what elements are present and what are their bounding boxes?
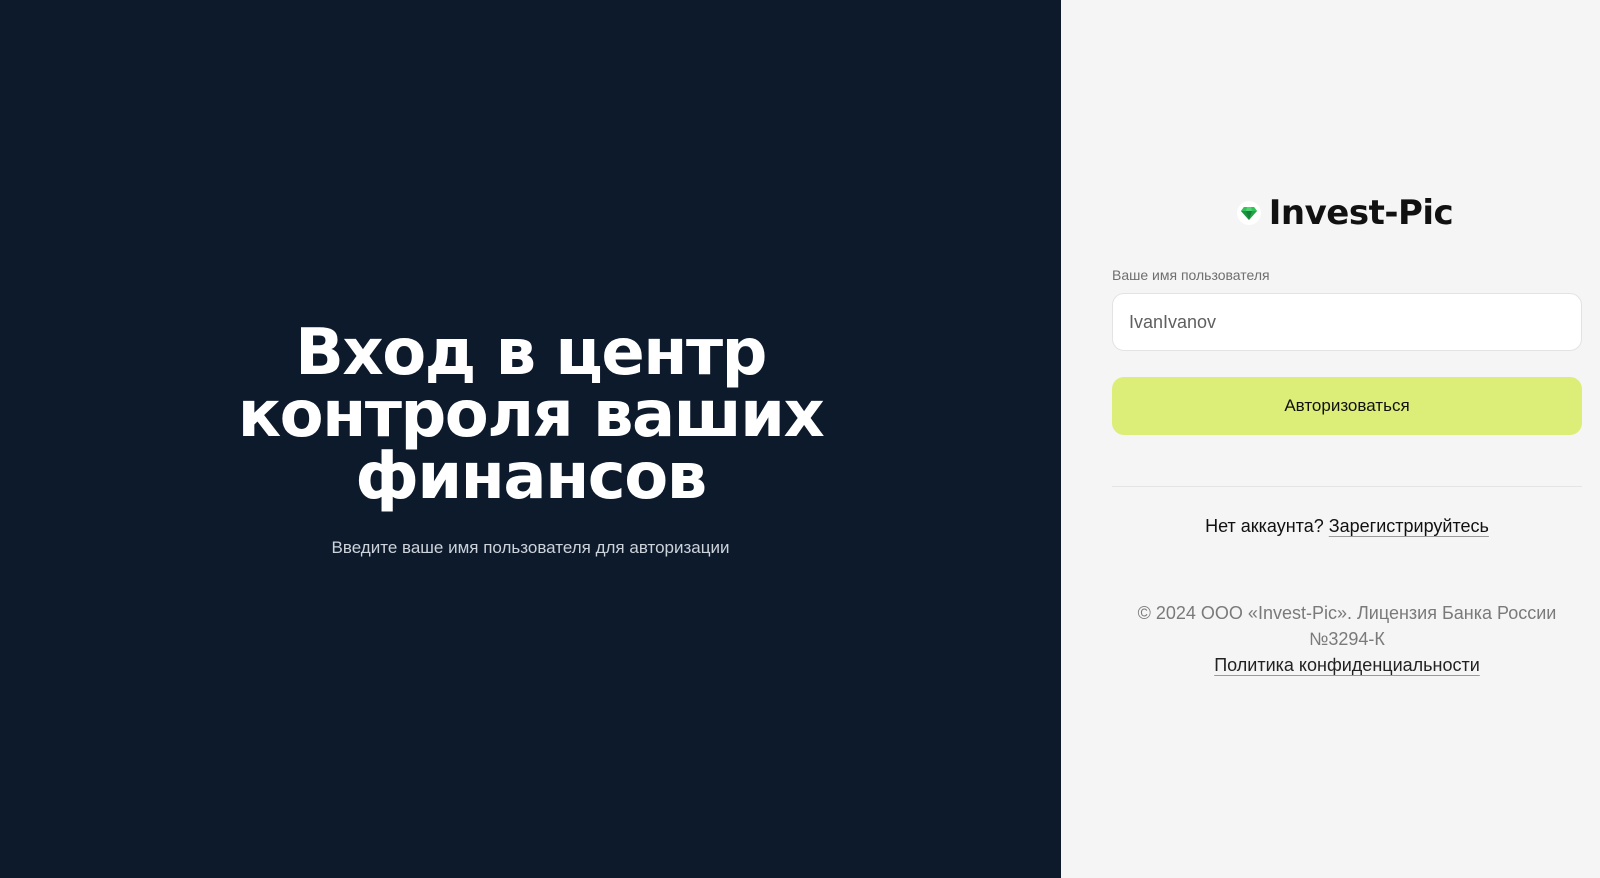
hero-title: Вход в центр контроля ваших финансов bbox=[0, 316, 1061, 514]
hero-title-line-1: Вход в центр bbox=[295, 316, 767, 390]
hero-subtitle: Введите ваше имя пользователя для автори… bbox=[331, 538, 730, 557]
brand-name: Invest-Pic bbox=[1268, 193, 1454, 233]
footer: © 2024 ООО «Invest-Pic». Лицензия Банка … bbox=[1112, 600, 1582, 678]
login-form: Invest-Pic Ваше имя пользователя IvanIva… bbox=[1112, 190, 1582, 678]
register-row: Нет аккаунта? Зарегистрируйтесь bbox=[1112, 516, 1582, 537]
login-panel: Invest-Pic Ваше имя пользователя IvanIva… bbox=[1061, 0, 1600, 878]
hero-panel: Вход в центр контроля ваших финансов Вве… bbox=[0, 0, 1061, 878]
gem-icon bbox=[1236, 201, 1261, 225]
hero-title-line-3: финансов bbox=[355, 440, 707, 514]
privacy-policy-link[interactable]: Политика конфиденциальности bbox=[1214, 652, 1480, 678]
register-prompt: Нет аккаунта? bbox=[1205, 516, 1324, 536]
brand-logo: Invest-Pic bbox=[1108, 190, 1582, 236]
username-input[interactable]: IvanIvanov bbox=[1112, 293, 1582, 351]
username-value: IvanIvanov bbox=[1129, 311, 1217, 332]
hero-title-line-2: контроля ваших bbox=[237, 378, 825, 452]
footer-copyright: © 2024 ООО «Invest-Pic». Лицензия Банка … bbox=[1137, 603, 1557, 649]
hero-content: Вход в центр контроля ваших финансов Вве… bbox=[0, 316, 1061, 558]
username-label: Ваше имя пользователя bbox=[1112, 267, 1270, 283]
register-link[interactable]: Зарегистрируйтесь bbox=[1329, 516, 1489, 536]
login-button[interactable]: Авторизоваться bbox=[1112, 377, 1582, 435]
divider bbox=[1112, 486, 1582, 487]
